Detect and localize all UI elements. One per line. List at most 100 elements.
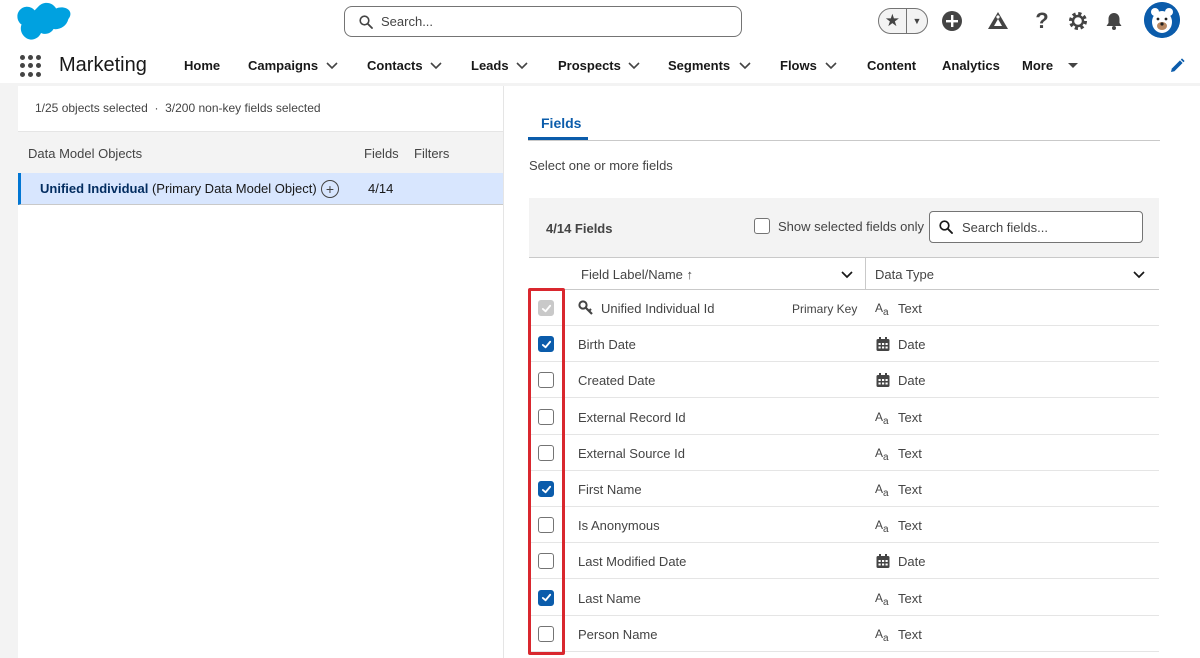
checkbox[interactable] — [538, 517, 554, 534]
field-label-header-text: Field Label/Name ↑ — [581, 267, 693, 282]
checkbox[interactable] — [538, 553, 554, 570]
tab-fields-label: Fields — [541, 115, 582, 131]
checkbox-box[interactable] — [754, 218, 770, 234]
column-header-objects: Data Model Objects — [28, 146, 143, 161]
objects-table-header: Data Model Objects Fields Filters — [18, 131, 504, 173]
table-row: Birth Date Date — [529, 326, 1159, 363]
nav-item-content[interactable]: Content — [867, 58, 916, 73]
field-label: External Record Id — [578, 409, 686, 425]
chevron-down-icon[interactable] — [737, 57, 753, 73]
fields-hint: Select one or more fields — [529, 158, 673, 173]
nav-item-segments[interactable]: Segments — [668, 58, 730, 73]
text-type-icon: Aa — [875, 300, 891, 318]
table-row: Last Name Aa Text — [529, 580, 1159, 616]
nav-item-more[interactable]: More — [1022, 58, 1053, 73]
svg-text:A: A — [875, 446, 883, 460]
add-icon[interactable] — [938, 7, 966, 35]
app-name: Marketing — [59, 54, 147, 76]
edit-nav-pencil-icon[interactable] — [1168, 57, 1186, 75]
object-qualifier: (Primary Data Model Object) — [151, 181, 317, 196]
checkbox-checked[interactable] — [538, 481, 554, 497]
data-type-value: Text — [898, 590, 922, 606]
show-selected-only-checkbox[interactable]: Show selected fields only — [754, 218, 924, 234]
trailhead-icon[interactable] — [984, 7, 1012, 35]
chevron-down-icon[interactable] — [626, 57, 642, 73]
nav-item-leads[interactable]: Leads — [471, 58, 509, 73]
svg-text:a: a — [883, 633, 889, 642]
chevron-down-icon[interactable]: ▼ — [905, 9, 927, 33]
bell-icon[interactable] — [1100, 7, 1128, 35]
data-type-value: Text — [898, 482, 922, 497]
text-type-icon: Aa — [875, 481, 891, 499]
nav-item-prospects[interactable]: Prospects — [558, 58, 621, 73]
table-row: Created Date Date — [529, 362, 1159, 399]
object-title: Unified Individual — [40, 181, 149, 196]
checkbox-checked[interactable] — [538, 589, 554, 606]
chevron-down-icon[interactable] — [1131, 266, 1147, 282]
user-avatar[interactable] — [1144, 2, 1180, 38]
fields-selected-label: non-key fields selected — [198, 101, 321, 115]
text-type-icon: Aa — [875, 445, 891, 463]
svg-text:a: a — [883, 416, 889, 425]
checkbox[interactable] — [538, 408, 554, 425]
chevron-down-icon[interactable] — [823, 57, 839, 73]
svg-text:A: A — [875, 482, 883, 496]
text-type-icon: Aa — [875, 626, 891, 644]
svg-text:a: a — [883, 452, 889, 461]
nav-item-campaigns[interactable]: Campaigns — [248, 58, 318, 73]
svg-text:A: A — [875, 301, 883, 315]
search-fields-input[interactable]: Search fields... — [929, 211, 1143, 243]
field-label-header-label: Field Label/Name — [581, 267, 683, 282]
nav-item-contacts[interactable]: Contacts — [367, 58, 423, 73]
tab-fields[interactable]: Fields — [528, 106, 588, 140]
caret-down-icon[interactable] — [1065, 57, 1081, 73]
page-gutter — [0, 86, 18, 658]
object-fields-count: 4/14 — [368, 181, 394, 196]
column-header-field-label[interactable]: Field Label/Name ↑ — [529, 257, 865, 290]
global-search-input[interactable]: Search... — [344, 6, 742, 37]
nav-item-flows[interactable]: Flows — [780, 58, 817, 73]
table-row: External Record Id Aa Text — [529, 399, 1159, 435]
calendar-icon — [875, 336, 891, 352]
search-placeholder: Search... — [381, 14, 434, 29]
checkbox-checked[interactable] — [538, 336, 554, 353]
column-header-data-type[interactable]: Data Type — [865, 257, 1159, 290]
svg-text:a: a — [883, 488, 889, 497]
data-type-header-text: Data Type — [875, 267, 935, 282]
app-launcher-icon[interactable] — [20, 55, 42, 77]
field-label: Last Modified Date — [578, 554, 687, 570]
checkbox[interactable] — [538, 444, 554, 461]
search-fields-placeholder: Search fields... — [962, 219, 1048, 235]
nav-item-home[interactable]: Home — [184, 58, 220, 73]
svg-text:A: A — [875, 627, 883, 641]
favorites-group[interactable]: ★ ▼ — [878, 8, 928, 34]
checkbox-disabled — [538, 300, 554, 316]
field-label: Last Name — [578, 590, 641, 606]
add-related-object-icon[interactable]: + — [321, 180, 339, 198]
svg-text:a: a — [883, 524, 889, 533]
column-header-fields: Fields — [364, 146, 399, 161]
table-row: First Name Aa Text — [529, 471, 1159, 507]
svg-text:a: a — [883, 597, 889, 606]
nav-item-analytics[interactable]: Analytics — [942, 58, 1000, 73]
field-label: First Name — [578, 482, 642, 497]
panel-divider — [503, 86, 504, 658]
checkbox[interactable] — [538, 372, 554, 389]
field-label: Unified Individual Id — [601, 301, 715, 316]
chevron-down-icon[interactable] — [839, 266, 855, 282]
field-label: Birth Date — [578, 337, 636, 353]
data-type-value: Text — [898, 518, 922, 534]
star-icon[interactable]: ★ — [879, 9, 906, 33]
chevron-down-icon[interactable] — [514, 57, 530, 73]
checkbox[interactable] — [538, 625, 554, 642]
table-row: Person Name Aa Text — [529, 616, 1159, 652]
context-nav-bar: Marketing Home Campaigns Contacts Leads … — [0, 44, 1200, 86]
chevron-down-icon[interactable] — [324, 57, 340, 73]
fields-count: 4/14 Fields — [546, 221, 613, 236]
gear-icon[interactable] — [1064, 7, 1092, 35]
search-icon — [359, 14, 373, 29]
help-icon[interactable]: ? — [1028, 7, 1056, 35]
salesforce-cloud-logo[interactable] — [14, 2, 74, 42]
chevron-down-icon[interactable] — [428, 57, 444, 73]
object-row-unified-individual[interactable]: Unified Individual (Primary Data Model O… — [18, 173, 504, 205]
